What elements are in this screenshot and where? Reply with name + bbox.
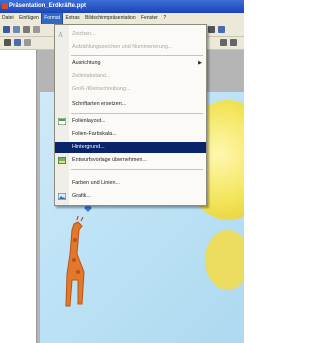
menu-bildschirmpraesentation[interactable]: Bildschirmpräsentation [83, 13, 138, 24]
menu-help[interactable]: ? [161, 13, 168, 24]
menu-separator [71, 113, 203, 114]
font-icon: A [58, 31, 63, 38]
menu-format[interactable]: Format [41, 13, 64, 24]
dropdown-arrow-icon[interactable] [4, 39, 11, 46]
format-dropdown-menu: A Zeichen... Aufzählungszeichen und Numm… [54, 24, 207, 206]
align-icon[interactable] [24, 39, 31, 46]
menu-item-schriftarten-ersetzen[interactable]: Schriftarten ersetzen... [55, 99, 206, 110]
font-size-icon[interactable] [230, 39, 237, 46]
powerpoint-window: Präsentation_Erdkräfte.ppt Datei Einfüge… [0, 0, 244, 343]
menu-extras[interactable]: Extras [63, 13, 81, 24]
menu-item-zeichen[interactable]: A Zeichen... [55, 29, 206, 40]
menu-item-folienlayout[interactable]: Folienlayout... [55, 116, 206, 127]
menu-item-zeilenabstand[interactable]: Zeilenabstand... [55, 71, 206, 82]
menu-item-grafik[interactable]: Grafik... [55, 191, 206, 202]
sun-glow-graphic [205, 230, 244, 290]
menu-separator [71, 169, 203, 170]
copy-icon[interactable] [13, 26, 20, 33]
format-painter-icon[interactable] [33, 26, 40, 33]
menu-item-ausrichtung[interactable]: Ausrichtung ▶ [55, 58, 206, 69]
menu-einfuegen[interactable]: Einfügen [17, 13, 41, 24]
design-template-icon [58, 157, 66, 164]
menu-item-aufzaehlung[interactable]: Aufzählungszeichen und Nummerierung... [55, 42, 206, 53]
align-right-icon[interactable] [220, 39, 227, 46]
menu-separator [71, 55, 203, 56]
menu-item-entwurfsvorlage[interactable]: Entwurfsvorlage übernehmen... [55, 155, 206, 166]
window-title: Präsentation_Erdkräfte.ppt [9, 3, 87, 9]
slide-layout-icon [58, 118, 66, 125]
outline-pane[interactable] [0, 50, 37, 343]
menu-item-folien-farbskala[interactable]: Folien-Farbskala... [55, 129, 206, 140]
cut-icon[interactable] [3, 26, 10, 33]
chart-icon[interactable] [218, 26, 225, 33]
submenu-arrow-icon: ▶ [198, 60, 202, 66]
menu-item-hintergrund[interactable]: Hintergrund... [55, 142, 206, 153]
giraffe-graphic[interactable] [48, 214, 98, 314]
picture-icon [58, 193, 66, 200]
menu-item-farben-linien[interactable]: Farben und Linien... [55, 178, 206, 189]
svg-text:A: A [58, 31, 63, 38]
menu-item-gross-klein[interactable]: Groß-/Kleinschreibung... [55, 84, 206, 95]
powerpoint-app-icon [2, 3, 8, 9]
menu-fenster[interactable]: Fenster [139, 13, 160, 24]
paste-icon[interactable] [23, 26, 30, 33]
table-icon[interactable] [208, 26, 215, 33]
title-bar: Präsentation_Erdkräfte.ppt [0, 0, 244, 13]
menu-bar: Datei Einfügen Format Extras Bildschirmp… [0, 13, 244, 24]
bullet-icon[interactable] [14, 39, 21, 46]
menu-datei[interactable]: Datei [0, 13, 16, 24]
